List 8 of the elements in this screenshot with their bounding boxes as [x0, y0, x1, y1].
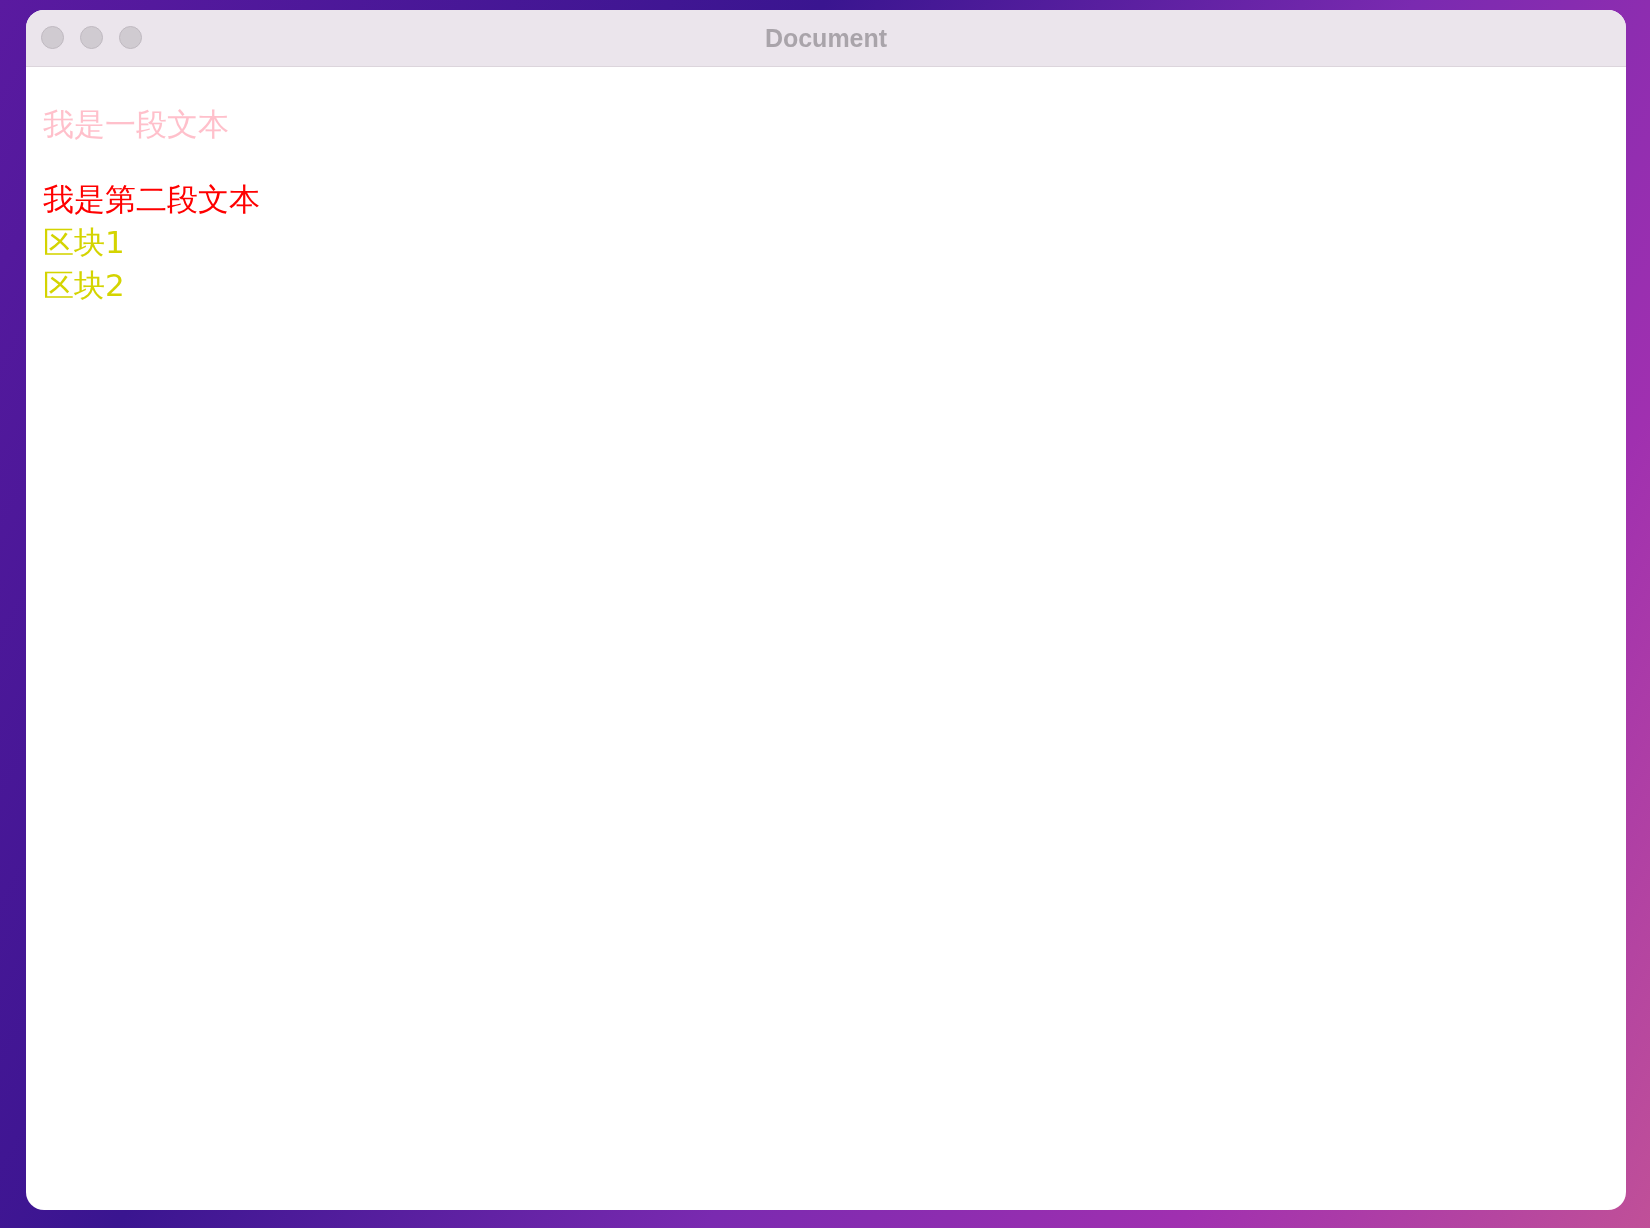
block-text: 区块1	[43, 223, 125, 262]
block-text: 区块2	[43, 266, 125, 305]
minimize-button[interactable]	[80, 26, 103, 49]
close-button[interactable]	[41, 26, 64, 49]
zoom-button[interactable]	[119, 26, 142, 49]
window-title: Document	[764, 23, 888, 53]
paragraph-text: 我是第二段文本	[43, 180, 260, 219]
paragraph-text: 我是一段文本	[43, 105, 229, 144]
